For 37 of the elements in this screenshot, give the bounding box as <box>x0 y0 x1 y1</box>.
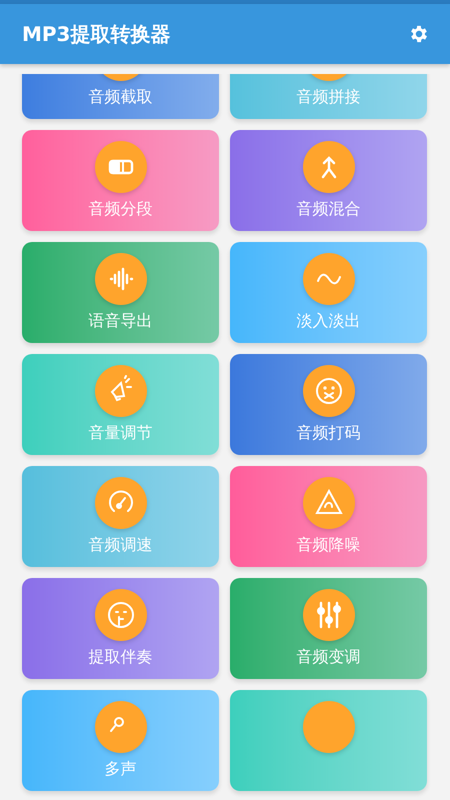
tool-label: 提取伴奏 <box>88 647 152 667</box>
tool-card[interactable]: 语音导出 <box>22 242 219 343</box>
sliders-icon <box>302 589 354 641</box>
tool-label: 音频分段 <box>88 199 152 219</box>
tool-card[interactable]: 提取伴奏 <box>22 578 219 679</box>
tool-label: 音量调节 <box>88 423 152 443</box>
waveform-icon <box>94 253 146 305</box>
tool-card[interactable]: 音频降噪 <box>230 466 427 567</box>
tool-label: 音频打码 <box>296 423 360 443</box>
tool-label: 淡入淡出 <box>296 311 360 331</box>
tool-label: 音频调速 <box>88 535 152 555</box>
tool-card[interactable]: 音频调速 <box>22 466 219 567</box>
tool-label: 语音导出 <box>88 311 152 331</box>
toggle-icon <box>94 141 146 193</box>
tool-label: 音频拼接 <box>296 87 360 107</box>
megaphone-icon <box>94 365 146 417</box>
face-icon <box>94 589 146 641</box>
tool-label: 音频变调 <box>296 647 360 667</box>
tool-card[interactable]: 音频截取 <box>22 74 219 119</box>
tool-card[interactable]: 音频混合 <box>230 130 427 231</box>
tool-card[interactable]: 音频拼接 <box>230 74 427 119</box>
tool-card[interactable]: 淡入淡出 <box>230 242 427 343</box>
tool-label: 音频降噪 <box>296 535 360 555</box>
face-icon <box>302 365 354 417</box>
app-title: MP3提取转换器 <box>22 20 170 48</box>
gauge-icon <box>94 477 146 529</box>
tool-label: 音频混合 <box>296 199 360 219</box>
tool-card[interactable]: 音频分段 <box>22 130 219 231</box>
sine-wave-icon <box>302 253 354 305</box>
warning-icon <box>302 477 354 529</box>
tool-label: 音频截取 <box>88 87 152 107</box>
tool-card[interactable]: 音量调节 <box>22 354 219 455</box>
tool-card[interactable]: 音频打码 <box>230 354 427 455</box>
tool-card[interactable]: 多声 <box>22 690 219 791</box>
tool-label: 多声 <box>104 759 136 779</box>
tool-card[interactable]: 音频变调 <box>230 578 427 679</box>
circle-icon <box>302 701 354 753</box>
